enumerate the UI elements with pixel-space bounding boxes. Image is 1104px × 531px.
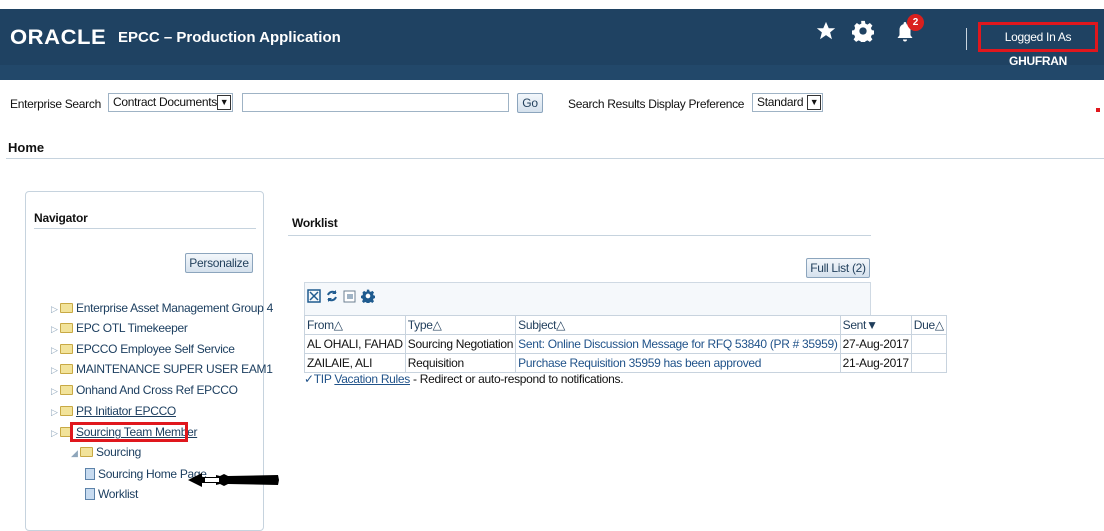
table-header-row: From△ Type△ Subject△ Sent▼ Due△ [304,315,947,335]
enterprise-search-label: Enterprise Search [10,97,101,111]
cell-from: AL OHALI, FAHAD [304,334,406,354]
full-list-button[interactable]: Full List (2) [806,258,870,278]
red-marker [1096,108,1100,112]
page-icon [85,468,95,480]
header-divider [966,28,967,50]
folder-icon [60,406,73,416]
cell-subject-link[interactable]: Sent: Online Discussion Message for RFQ … [515,334,841,354]
notification-count-badge: 2 [907,14,924,31]
expand-arrow-icon[interactable]: ▷ [51,428,60,439]
annotation-arrow-icon [188,473,279,487]
table-row: AL OHALI, FAHAD Sourcing Negotiation Sen… [304,334,947,354]
search-input[interactable] [242,93,509,112]
navigator-title: Navigator [34,211,88,225]
enterprise-search-bar: Enterprise Search Contract Documents ▼ G… [0,92,1104,118]
nav-item-maintenance-super-user[interactable]: ▷ MAINTENANCE SUPER USER EAM1 [51,362,273,376]
folder-icon [60,385,73,395]
export-icon[interactable] [307,289,321,307]
folder-icon [60,344,73,354]
cell-type: Sourcing Negotiation [404,334,517,354]
column-header-from[interactable]: From△ [304,315,406,335]
cell-type: Requisition [404,353,517,373]
chevron-down-icon: ▼ [807,95,821,110]
cell-subject-link[interactable]: Purchase Requisition 35959 has been appr… [515,353,841,373]
header-subbar [0,65,1104,80]
nav-item-pr-initiator[interactable]: ▷ PR Initiator EPCCO [51,404,176,418]
cell-sent: 21-Aug-2017 [839,353,912,373]
expand-arrow-icon[interactable]: ▷ [51,365,60,376]
expand-arrow-icon[interactable]: ▷ [51,324,60,335]
column-header-due[interactable]: Due△ [910,315,947,335]
sort-icon: △ [556,318,566,332]
chevron-down-icon: ▼ [217,95,231,110]
app-header: ORACLE EPCC – Production Application 2 L… [0,9,1104,68]
expand-arrow-icon[interactable]: ▷ [51,386,60,397]
worklist-title: Worklist [292,216,338,230]
nav-item-enterprise-asset[interactable]: ▷ Enterprise Asset Management Group 4 [51,301,273,315]
cell-due [910,353,947,373]
cell-sent: 27-Aug-2017 [839,334,912,354]
expand-arrow-icon[interactable]: ▷ [51,345,60,356]
gear-icon[interactable] [360,289,376,307]
detach-icon[interactable] [343,289,357,307]
column-header-sent[interactable]: Sent▼ [839,315,912,335]
go-button[interactable]: Go [517,93,543,113]
tip-text: - Redirect or auto-respond to notificati… [410,372,624,386]
collapse-arrow-icon[interactable]: ◢ [71,448,80,459]
folder-icon [60,323,73,333]
personalize-button[interactable]: Personalize [185,253,253,273]
vacation-rules-link[interactable]: Vacation Rules [334,372,410,386]
logged-in-user[interactable]: Logged In As GHUFRAN [978,22,1098,68]
nav-page-worklist[interactable]: Worklist [85,487,138,501]
table-row: ZAILAIE, ALI Requisition Purchase Requis… [304,353,947,373]
folder-icon [60,303,73,313]
nav-item-onhand-cross-ref[interactable]: ▷ Onhand And Cross Ref EPCCO [51,383,238,397]
display-preference-select[interactable]: Standard ▼ [752,93,823,112]
title-divider [6,158,1104,159]
search-category-select[interactable]: Contract Documents ▼ [108,93,233,112]
worklist-table: From△ Type△ Subject△ Sent▼ Due△ AL OHALI… [304,315,947,373]
expand-arrow-icon[interactable]: ▷ [51,407,60,418]
worklist-divider [288,235,871,236]
sort-icon: △ [934,318,944,332]
top-strip [0,0,1104,9]
folder-open-icon [80,447,93,457]
nav-item-employee-self-service[interactable]: ▷ EPCCO Employee Self Service [51,342,235,356]
sort-icon: △ [333,318,343,332]
nav-item-otl-timekeeper[interactable]: ▷ EPC OTL Timekeeper [51,321,188,335]
display-preference-value: Standard [757,95,804,109]
folder-icon [60,364,73,374]
column-header-subject[interactable]: Subject△ [515,315,841,335]
search-category-value: Contract Documents [113,95,217,109]
oracle-logo[interactable]: ORACLE [10,26,106,50]
column-header-type[interactable]: Type△ [404,315,517,335]
tip-label: TIP [313,372,332,386]
cell-due [910,334,947,354]
sort-desc-icon: ▼ [866,318,878,332]
logged-in-label: Logged In As [1004,30,1072,44]
settings-gear-icon[interactable] [851,20,875,48]
refresh-icon[interactable] [325,289,339,307]
page-icon [85,488,95,500]
worklist-toolbar [304,282,871,316]
highlight-box-sourcing-team-member [70,422,188,442]
navigator-divider [34,228,256,229]
sort-icon: △ [432,318,442,332]
tip-check-icon: ✓ [304,372,314,386]
nav-subfolder-sourcing[interactable]: ◢ Sourcing [71,445,141,459]
display-preference-label: Search Results Display Preference [568,97,745,111]
cell-from: ZAILAIE, ALI [304,353,406,373]
app-title: EPCC – Production Application [118,29,341,46]
tip-line: ✓TIP Vacation Rules - Redirect or auto-r… [304,372,624,386]
favorites-star-icon[interactable] [815,20,837,48]
expand-arrow-icon[interactable]: ▷ [51,304,60,315]
page-title: Home [8,140,45,155]
